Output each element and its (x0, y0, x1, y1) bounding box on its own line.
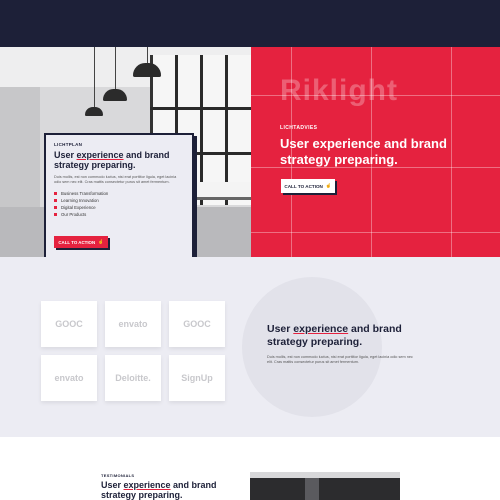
hero-cta-label: CALL TO ACTION (284, 183, 323, 189)
pendant-lamp-icon (85, 107, 103, 116)
card-eyebrow: LICHTPLAN (54, 142, 83, 147)
pendant-lamp-icon (103, 89, 127, 101)
hero-eyebrow: LICHTADVIES (280, 125, 318, 131)
card-list: Business Transformation Learning Innovat… (54, 190, 184, 218)
bullet-icon (54, 192, 57, 195)
feature-card: LICHTPLAN User experience and brand stra… (44, 133, 194, 261)
clients-paragraph: Duis mollis, est non commodo luctus, nis… (267, 355, 413, 365)
client-logo[interactable]: envato (105, 301, 161, 347)
hero-title: User experience and brand strategy prepa… (280, 136, 447, 167)
hand-pointer-icon: ☝ (98, 239, 104, 244)
testimonials-title: User experience and brand strategy prepa… (101, 480, 217, 500)
list-item[interactable]: Our Products (54, 211, 184, 218)
client-logo[interactable]: SignUp (169, 355, 225, 401)
testimonials-eyebrow: TESTIMONIALS (101, 473, 135, 478)
card-cta-label: CALL TO ACTION (58, 239, 96, 245)
top-header-band (0, 0, 500, 47)
clients-title: User experience and brand strategy prepa… (267, 323, 402, 348)
bullet-icon (54, 206, 57, 209)
card-paragraph: Duis mollis, est non commodo luctus, nis… (54, 175, 177, 184)
client-logo[interactable]: GOOC (41, 301, 97, 347)
list-item[interactable]: Business Transformation (54, 190, 184, 197)
testimonial-photo (250, 472, 400, 500)
client-logo[interactable]: GOOC (169, 301, 225, 347)
bullet-icon (54, 199, 57, 202)
client-logo[interactable]: Deloitte. (105, 355, 161, 401)
card-cta-button[interactable]: CALL TO ACTION ☝ (54, 236, 108, 248)
page: Riklight LICHTADVIES User experience and… (0, 0, 500, 500)
client-logo[interactable]: envato (41, 355, 97, 401)
hero-cta-button[interactable]: CALL TO ACTION ☝ (281, 179, 335, 193)
bullet-icon (54, 213, 57, 216)
card-title: User experience and brand strategy prepa… (54, 150, 170, 170)
brand-watermark: Riklight (280, 74, 398, 107)
pendant-lamp-icon (133, 63, 161, 77)
list-item[interactable]: Learning Innovation (54, 197, 184, 204)
list-item[interactable]: Digital Experience (54, 204, 184, 211)
hand-pointer-icon: ☝ (325, 183, 332, 188)
